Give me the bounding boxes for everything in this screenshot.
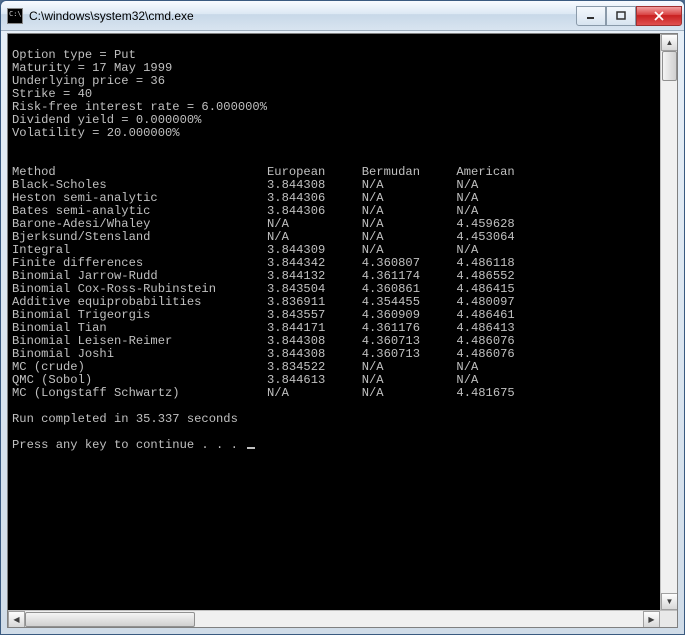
scroll-left-button[interactable]: ◀ xyxy=(8,611,25,628)
scrollbar-corner xyxy=(660,611,677,628)
scroll-right-button[interactable]: ▶ xyxy=(643,611,660,628)
close-button[interactable] xyxy=(636,6,682,26)
horizontal-scroll-track[interactable] xyxy=(25,611,643,627)
maximize-button[interactable] xyxy=(606,6,636,26)
horizontal-scroll-thumb[interactable] xyxy=(25,612,195,627)
cmd-icon xyxy=(7,8,23,24)
minimize-button[interactable] xyxy=(576,6,606,26)
maximize-icon xyxy=(616,11,626,21)
cmd-window: C:\windows\system32\cmd.exe Option type … xyxy=(0,0,685,635)
minimize-icon xyxy=(586,11,596,21)
horizontal-scrollbar[interactable]: ◀ ▶ xyxy=(8,610,677,627)
window-title: C:\windows\system32\cmd.exe xyxy=(29,9,576,23)
cursor xyxy=(247,447,255,449)
close-icon xyxy=(653,11,665,21)
scroll-down-button[interactable]: ▼ xyxy=(661,593,677,610)
window-controls xyxy=(576,6,682,26)
vertical-scrollbar[interactable]: ▲ ▼ xyxy=(660,34,677,610)
console-area: Option type = Put Maturity = 17 May 1999… xyxy=(8,34,677,610)
scroll-up-button[interactable]: ▲ xyxy=(661,34,677,51)
client-area: Option type = Put Maturity = 17 May 1999… xyxy=(7,33,678,628)
vertical-scroll-thumb[interactable] xyxy=(662,51,677,81)
titlebar[interactable]: C:\windows\system32\cmd.exe xyxy=(1,1,684,31)
console-output[interactable]: Option type = Put Maturity = 17 May 1999… xyxy=(8,34,660,610)
